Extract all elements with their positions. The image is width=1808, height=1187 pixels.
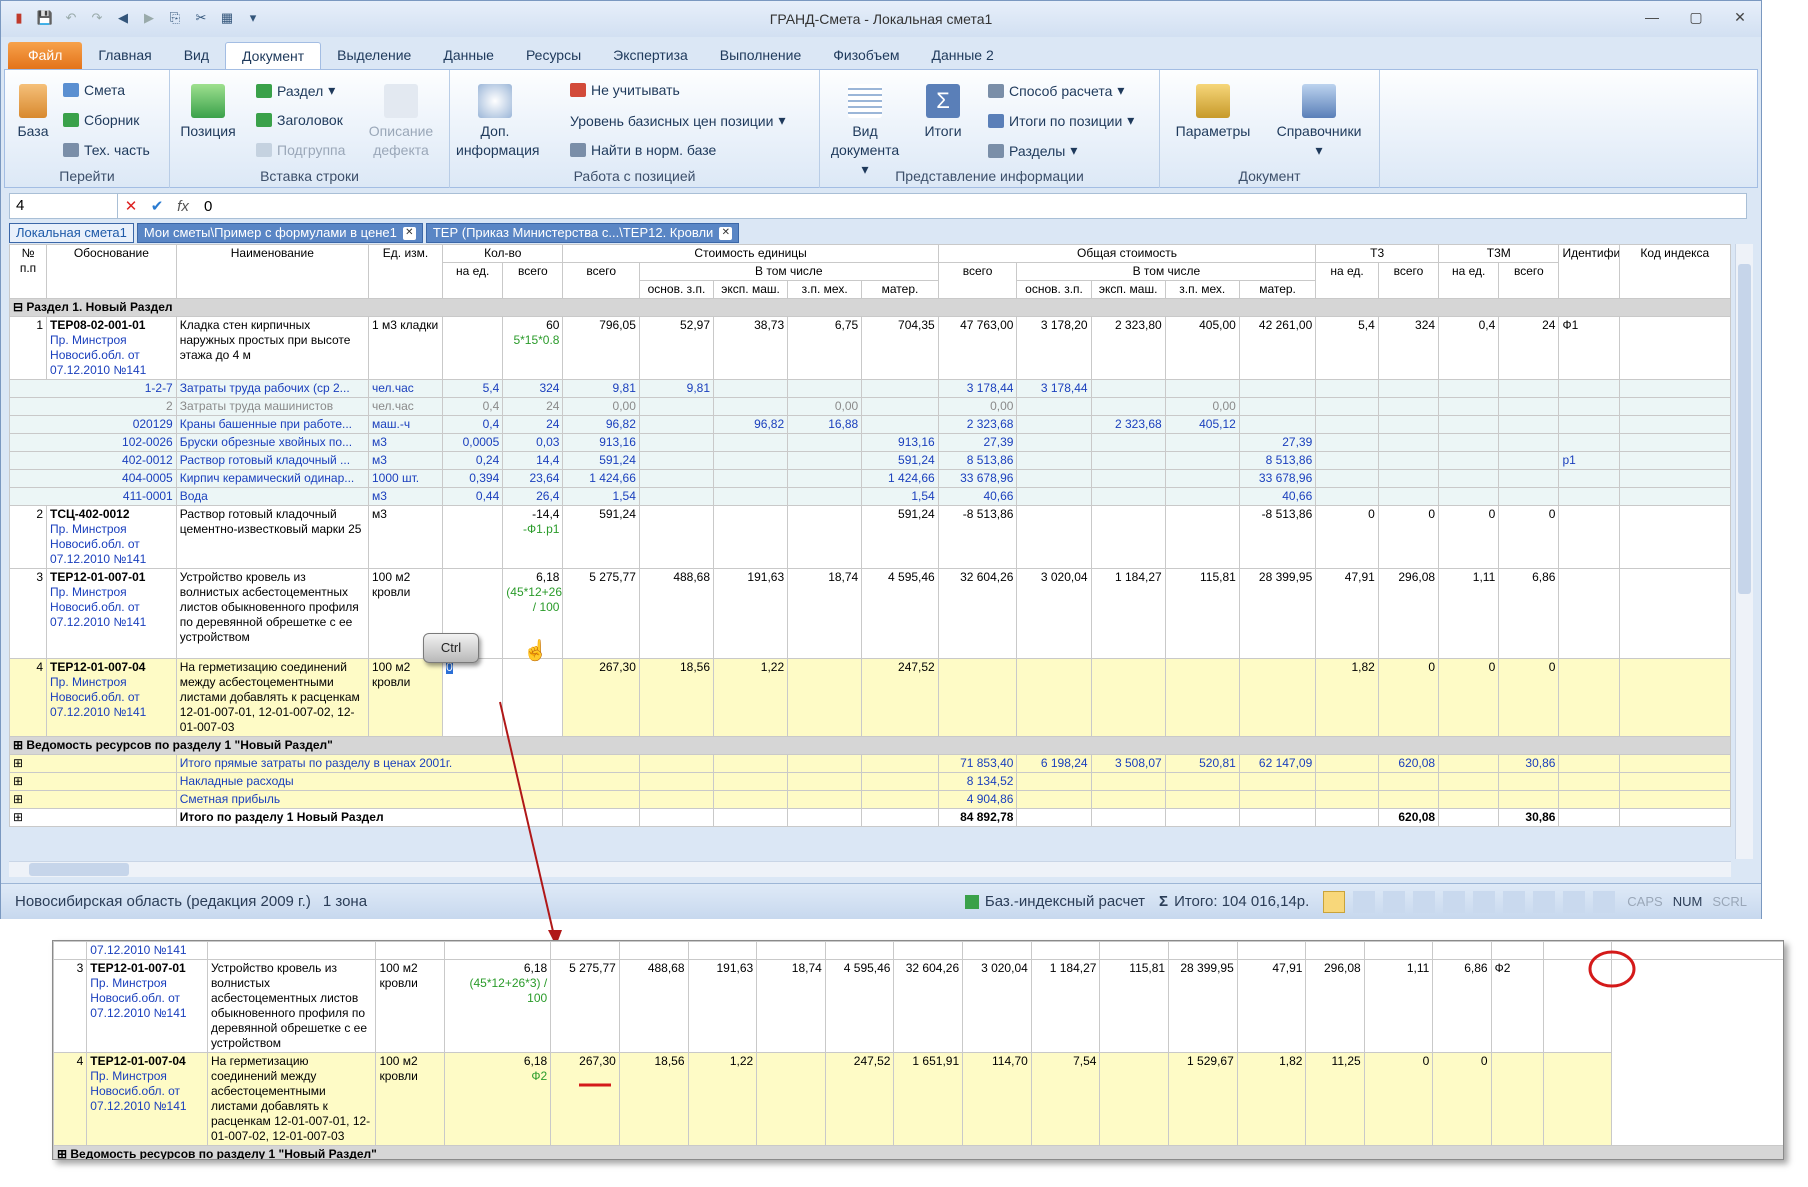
callout-arrow <box>499 701 556 941</box>
zoomed-inset: 07.12.2010 №141 3 ТЕР12-01-007-01 Пр. Минст… <box>52 940 1784 1160</box>
inset-annotations <box>579 950 1636 1087</box>
highlight-circle <box>1588 950 1636 988</box>
